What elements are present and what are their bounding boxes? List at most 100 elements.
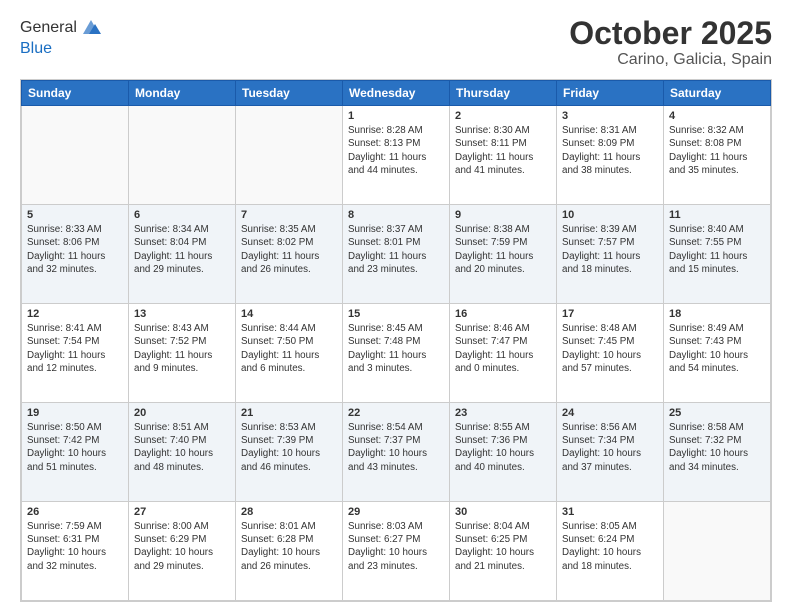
day-number: 26 xyxy=(27,506,123,518)
day-number: 3 xyxy=(562,110,658,122)
day-number: 22 xyxy=(348,407,444,419)
calendar-cell: 21 Sunrise: 8:53 AM Sunset: 7:39 PM Dayli… xyxy=(236,403,343,502)
day-number: 10 xyxy=(562,209,658,221)
title-block: October 2025 Carino, Galicia, Spain xyxy=(569,16,772,69)
col-wednesday: Wednesday xyxy=(343,81,450,106)
day-info: Sunrise: 8:50 AM Sunset: 7:42 PM Dayligh… xyxy=(27,421,123,474)
col-saturday: Saturday xyxy=(664,81,771,106)
day-number: 29 xyxy=(348,506,444,518)
day-info: Sunrise: 8:56 AM Sunset: 7:34 PM Dayligh… xyxy=(562,421,658,474)
day-number: 8 xyxy=(348,209,444,221)
calendar-cell xyxy=(236,106,343,205)
day-info: Sunrise: 8:51 AM Sunset: 7:40 PM Dayligh… xyxy=(134,421,230,474)
calendar-cell: 12 Sunrise: 8:41 AM Sunset: 7:54 PM Dayli… xyxy=(22,304,129,403)
calendar-cell: 18Sunrise: 8:49 AM Sunset: 7:43 PM Dayli… xyxy=(664,304,771,403)
calendar-cell: 14Sunrise: 8:44 AM Sunset: 7:50 PM Dayli… xyxy=(236,304,343,403)
calendar-cell: 7 Sunrise: 8:35 AM Sunset: 8:02 PM Daylig… xyxy=(236,205,343,304)
logo-blue: Blue xyxy=(20,40,103,58)
calendar-week-0: 1Sunrise: 8:28 AM Sunset: 8:13 PM Daylig… xyxy=(22,106,771,205)
calendar-cell: 3 Sunrise: 8:31 AM Sunset: 8:09 PM Daylig… xyxy=(557,106,664,205)
calendar-cell: 11Sunrise: 8:40 AM Sunset: 7:55 PM Dayli… xyxy=(664,205,771,304)
day-info: Sunrise: 8:34 AM Sunset: 8:04 PM Dayligh… xyxy=(134,223,230,276)
day-info: Sunrise: 8:01 AM Sunset: 6:28 PM Dayligh… xyxy=(241,520,337,573)
page: General Blue October 2025 Carino, Galici… xyxy=(0,0,792,612)
day-number: 11 xyxy=(669,209,765,221)
day-info: Sunrise: 8:55 AM Sunset: 7:36 PM Dayligh… xyxy=(455,421,551,474)
day-info: Sunrise: 8:46 AM Sunset: 7:47 PM Dayligh… xyxy=(455,322,551,375)
day-info: Sunrise: 8:43 AM Sunset: 7:52 PM Dayligh… xyxy=(134,322,230,375)
calendar-cell: 8 Sunrise: 8:37 AM Sunset: 8:01 PM Daylig… xyxy=(343,205,450,304)
calendar-week-1: 5Sunrise: 8:33 AM Sunset: 8:06 PM Daylig… xyxy=(22,205,771,304)
calendar-cell: 29Sunrise: 8:03 AM Sunset: 6:27 PM Dayli… xyxy=(343,502,450,601)
day-number: 7 xyxy=(241,209,337,221)
col-monday: Monday xyxy=(129,81,236,106)
calendar-table: Sunday Monday Tuesday Wednesday Thursday… xyxy=(21,80,771,601)
calendar-cell: 4 Sunrise: 8:32 AM Sunset: 8:08 PM Daylig… xyxy=(664,106,771,205)
day-number: 30 xyxy=(455,506,551,518)
calendar-week-3: 19 Sunrise: 8:50 AM Sunset: 7:42 PM Dayli… xyxy=(22,403,771,502)
day-info: Sunrise: 8:04 AM Sunset: 6:25 PM Dayligh… xyxy=(455,520,551,573)
day-info: Sunrise: 8:54 AM Sunset: 7:37 PM Dayligh… xyxy=(348,421,444,474)
calendar-cell: 9 Sunrise: 8:38 AM Sunset: 7:59 PM Daylig… xyxy=(450,205,557,304)
day-number: 9 xyxy=(455,209,551,221)
calendar-cell: 26 Sunrise: 7:59 AM Sunset: 6:31 PM Dayli… xyxy=(22,502,129,601)
day-info: Sunrise: 7:59 AM Sunset: 6:31 PM Dayligh… xyxy=(27,520,123,573)
day-number: 28 xyxy=(241,506,337,518)
day-number: 4 xyxy=(669,110,765,122)
calendar-cell: 5Sunrise: 8:33 AM Sunset: 8:06 PM Daylig… xyxy=(22,205,129,304)
calendar-cell: 10 Sunrise: 8:39 AM Sunset: 7:57 PM Dayli… xyxy=(557,205,664,304)
calendar-subtitle: Carino, Galicia, Spain xyxy=(569,51,772,69)
calendar-cell: 24 Sunrise: 8:56 AM Sunset: 7:34 PM Dayli… xyxy=(557,403,664,502)
day-info: Sunrise: 8:53 AM Sunset: 7:39 PM Dayligh… xyxy=(241,421,337,474)
day-number: 21 xyxy=(241,407,337,419)
calendar-cell: 25Sunrise: 8:58 AM Sunset: 7:32 PM Dayli… xyxy=(664,403,771,502)
day-info: Sunrise: 8:45 AM Sunset: 7:48 PM Dayligh… xyxy=(348,322,444,375)
header: General Blue October 2025 Carino, Galici… xyxy=(20,16,772,69)
day-info: Sunrise: 8:30 AM Sunset: 8:11 PM Dayligh… xyxy=(455,124,551,177)
logo: General Blue xyxy=(20,16,103,58)
calendar-header: Sunday Monday Tuesday Wednesday Thursday… xyxy=(22,81,771,106)
calendar-cell: 17Sunrise: 8:48 AM Sunset: 7:45 PM Dayli… xyxy=(557,304,664,403)
calendar-cell: 31Sunrise: 8:05 AM Sunset: 6:24 PM Dayli… xyxy=(557,502,664,601)
calendar-week-2: 12 Sunrise: 8:41 AM Sunset: 7:54 PM Dayli… xyxy=(22,304,771,403)
calendar-cell: 15 Sunrise: 8:45 AM Sunset: 7:48 PM Dayli… xyxy=(343,304,450,403)
day-number: 15 xyxy=(348,308,444,320)
calendar-cell: 28 Sunrise: 8:01 AM Sunset: 6:28 PM Dayli… xyxy=(236,502,343,601)
day-number: 19 xyxy=(27,407,123,419)
day-info: Sunrise: 8:39 AM Sunset: 7:57 PM Dayligh… xyxy=(562,223,658,276)
calendar-cell xyxy=(664,502,771,601)
day-info: Sunrise: 8:38 AM Sunset: 7:59 PM Dayligh… xyxy=(455,223,551,276)
day-number: 12 xyxy=(27,308,123,320)
day-info: Sunrise: 8:35 AM Sunset: 8:02 PM Dayligh… xyxy=(241,223,337,276)
calendar-cell xyxy=(129,106,236,205)
calendar-body: 1Sunrise: 8:28 AM Sunset: 8:13 PM Daylig… xyxy=(22,106,771,601)
logo-general: General xyxy=(20,19,77,37)
calendar-cell: 20 Sunrise: 8:51 AM Sunset: 7:40 PM Dayli… xyxy=(129,403,236,502)
day-info: Sunrise: 8:33 AM Sunset: 8:06 PM Dayligh… xyxy=(27,223,123,276)
calendar-cell: 16 Sunrise: 8:46 AM Sunset: 7:47 PM Dayli… xyxy=(450,304,557,403)
day-info: Sunrise: 8:37 AM Sunset: 8:01 PM Dayligh… xyxy=(348,223,444,276)
day-info: Sunrise: 8:32 AM Sunset: 8:08 PM Dayligh… xyxy=(669,124,765,177)
logo-icon xyxy=(79,16,103,40)
calendar-cell xyxy=(22,106,129,205)
day-info: Sunrise: 8:44 AM Sunset: 7:50 PM Dayligh… xyxy=(241,322,337,375)
day-info: Sunrise: 8:41 AM Sunset: 7:54 PM Dayligh… xyxy=(27,322,123,375)
calendar-cell: 22 Sunrise: 8:54 AM Sunset: 7:37 PM Dayli… xyxy=(343,403,450,502)
col-friday: Friday xyxy=(557,81,664,106)
day-info: Sunrise: 8:00 AM Sunset: 6:29 PM Dayligh… xyxy=(134,520,230,573)
col-tuesday: Tuesday xyxy=(236,81,343,106)
day-info: Sunrise: 8:28 AM Sunset: 8:13 PM Dayligh… xyxy=(348,124,444,177)
calendar-cell: 27Sunrise: 8:00 AM Sunset: 6:29 PM Dayli… xyxy=(129,502,236,601)
calendar: Sunday Monday Tuesday Wednesday Thursday… xyxy=(20,79,772,602)
calendar-cell: 6 Sunrise: 8:34 AM Sunset: 8:04 PM Daylig… xyxy=(129,205,236,304)
day-number: 6 xyxy=(134,209,230,221)
day-info: Sunrise: 8:49 AM Sunset: 7:43 PM Dayligh… xyxy=(669,322,765,375)
col-sunday: Sunday xyxy=(22,81,129,106)
day-number: 20 xyxy=(134,407,230,419)
day-number: 13 xyxy=(134,308,230,320)
day-number: 24 xyxy=(562,407,658,419)
calendar-cell: 19 Sunrise: 8:50 AM Sunset: 7:42 PM Dayli… xyxy=(22,403,129,502)
day-number: 16 xyxy=(455,308,551,320)
day-info: Sunrise: 8:31 AM Sunset: 8:09 PM Dayligh… xyxy=(562,124,658,177)
calendar-cell: 23Sunrise: 8:55 AM Sunset: 7:36 PM Dayli… xyxy=(450,403,557,502)
